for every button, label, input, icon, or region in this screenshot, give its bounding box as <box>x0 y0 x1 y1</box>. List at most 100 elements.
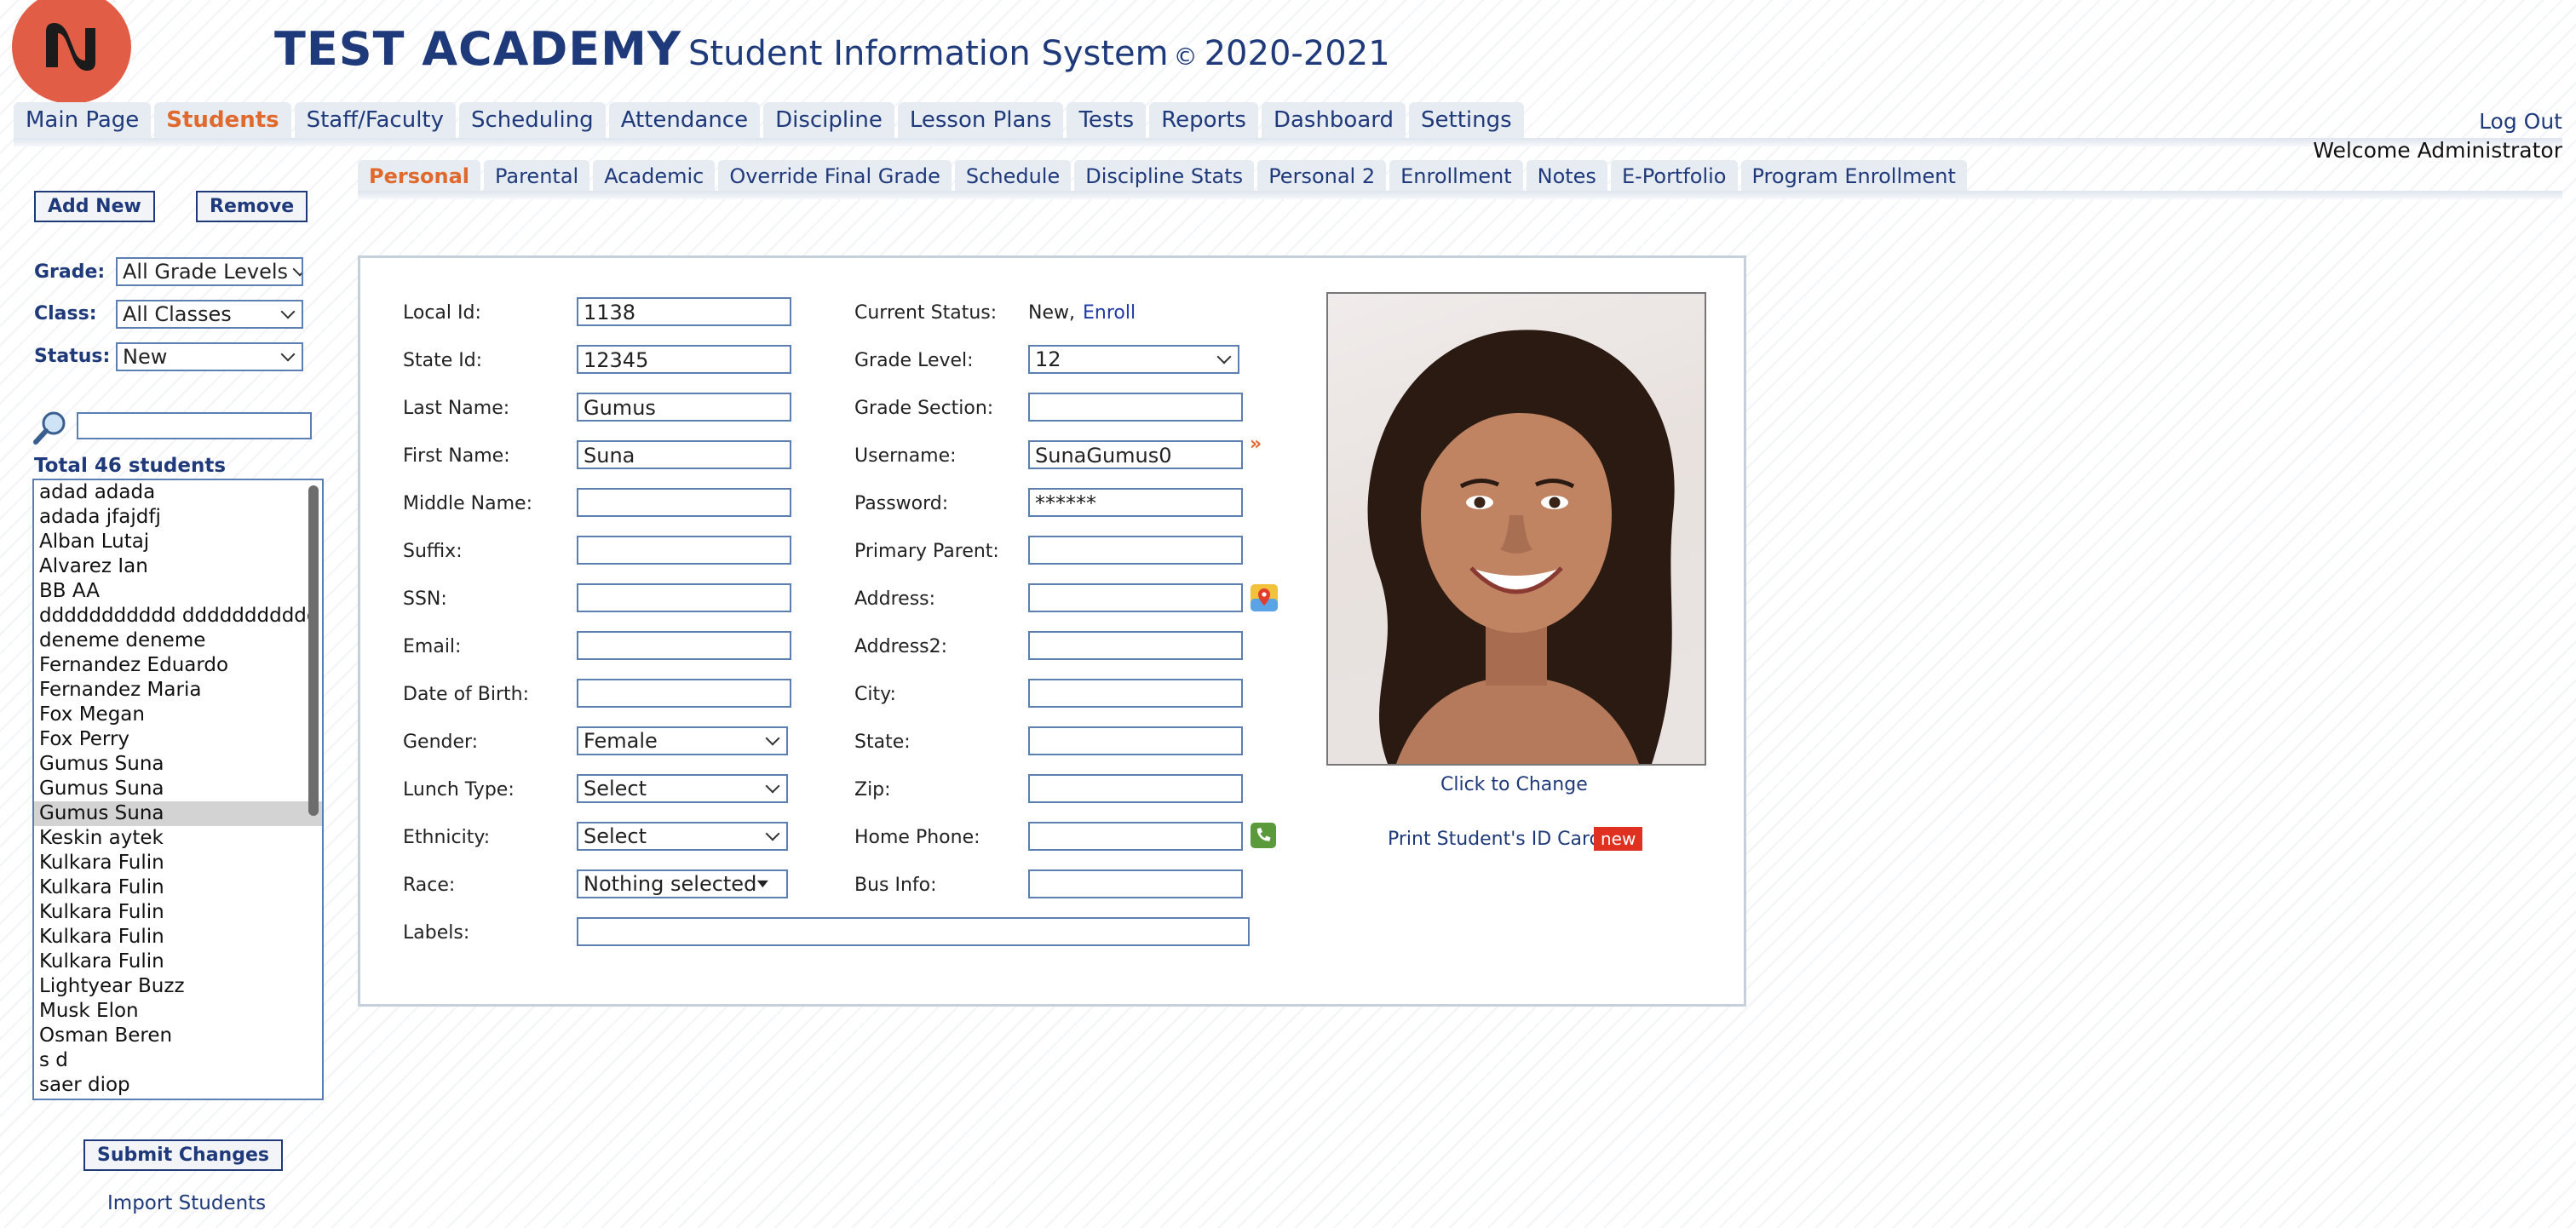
subtab-parental[interactable]: Parental <box>483 160 590 194</box>
subtab-personal[interactable]: Personal <box>358 160 480 194</box>
tab-reports[interactable]: Reports <box>1149 102 1258 139</box>
import-students-link[interactable]: Import Students <box>107 1192 266 1214</box>
middle-name-field[interactable] <box>577 488 791 517</box>
student-search-input[interactable] <box>77 412 312 439</box>
state-field[interactable] <box>1028 726 1243 755</box>
map-icon[interactable] <box>1250 583 1279 612</box>
gender-select[interactable]: Female <box>577 726 788 755</box>
tab-students[interactable]: Students <box>154 102 291 139</box>
subtab-notes[interactable]: Notes <box>1526 160 1607 194</box>
race-select[interactable]: Nothing selected <box>577 869 788 898</box>
status-filter-select[interactable]: New <box>116 342 303 371</box>
state-id-field[interactable]: 12345 <box>577 345 791 374</box>
student-list-item[interactable]: BB AA <box>34 579 322 604</box>
student-list-item[interactable]: ddddddddddd ddddddddddd <box>34 604 322 628</box>
student-list-item[interactable]: Kulkara Fulin <box>34 950 322 974</box>
student-list-item[interactable]: Fox Megan <box>34 703 322 727</box>
student-list-scrollbar[interactable] <box>308 485 319 816</box>
tab-lesson-plans[interactable]: Lesson Plans <box>897 102 1064 139</box>
city-field[interactable] <box>1028 679 1243 708</box>
labels-field[interactable] <box>577 917 1250 946</box>
enroll-link[interactable]: Enroll <box>1083 302 1136 324</box>
class-filter-select[interactable]: All Classes <box>116 300 303 329</box>
student-list-item[interactable]: adada jfajdfj <box>34 505 322 530</box>
tab-tests[interactable]: Tests <box>1067 102 1147 139</box>
student-list-item[interactable]: Alban Lutaj <box>34 530 322 554</box>
subtab-academic[interactable]: Academic <box>593 160 716 194</box>
tab-staff-faculty[interactable]: Staff/Faculty <box>294 102 456 139</box>
subtab-discipline-stats[interactable]: Discipline Stats <box>1074 160 1255 194</box>
grade-section-field[interactable] <box>1028 393 1243 422</box>
student-list-item[interactable]: Kulkara Fulin <box>34 925 322 950</box>
status-filter-value: New <box>123 345 168 369</box>
student-list[interactable]: adad adada adada jfajdfj Alban Lutaj Alvare… <box>32 479 324 1100</box>
lunch-type-select[interactable]: Select <box>577 774 788 803</box>
school-logo <box>12 0 131 104</box>
subtab-personal-2[interactable]: Personal 2 <box>1257 160 1387 194</box>
ethnicity-value: Select <box>584 824 647 848</box>
address2-field[interactable] <box>1028 631 1243 660</box>
student-list-item[interactable]: Gumus Suna <box>34 777 322 801</box>
tab-discipline[interactable]: Discipline <box>763 102 894 139</box>
subnav-divider <box>358 191 2562 199</box>
dob-field[interactable] <box>577 679 791 708</box>
subtab-program-enrollment[interactable]: Program Enrollment <box>1740 160 1967 194</box>
grade-filter-select[interactable]: All Grade Levels <box>116 257 303 286</box>
remove-button[interactable]: Remove <box>196 191 308 222</box>
bus-info-field[interactable] <box>1028 869 1243 898</box>
gender-value: Female <box>584 729 658 753</box>
student-list-item[interactable]: Fernandez Maria <box>34 678 322 703</box>
student-list-item[interactable]: saer diop <box>34 1073 322 1098</box>
tab-scheduling[interactable]: Scheduling <box>459 102 606 139</box>
logo-mark-icon <box>46 23 95 71</box>
home-phone-field[interactable] <box>1028 822 1243 851</box>
tab-settings[interactable]: Settings <box>1409 102 1524 139</box>
subtab-override-final-grade[interactable]: Override Final Grade <box>718 160 952 194</box>
grade-level-value: 12 <box>1035 347 1061 371</box>
student-list-item[interactable]: Lightyear Buzz <box>34 974 322 999</box>
student-list-item[interactable]: Kulkara Fulin <box>34 851 322 875</box>
student-list-item[interactable]: Gumus Suna <box>34 801 322 826</box>
tab-attendance[interactable]: Attendance <box>608 102 761 139</box>
subtab-e-portfolio[interactable]: E-Portfolio <box>1610 160 1738 194</box>
print-id-card-link[interactable]: Print Student's ID Card <box>1388 829 1601 850</box>
local-id-field[interactable]: 1138 <box>577 297 791 326</box>
tab-main-page[interactable]: Main Page <box>14 102 152 139</box>
address-field[interactable] <box>1028 583 1243 612</box>
subtab-schedule[interactable]: Schedule <box>954 160 1072 194</box>
add-new-button[interactable]: Add New <box>34 191 155 222</box>
ssn-field[interactable] <box>577 583 791 612</box>
primary-parent-field[interactable] <box>1028 536 1243 565</box>
student-list-item[interactable]: Keskin aytek <box>34 826 322 851</box>
search-icon[interactable] <box>32 409 70 446</box>
change-photo-link[interactable]: Click to Change <box>1440 774 1588 795</box>
email-field[interactable] <box>577 631 791 660</box>
student-list-item[interactable]: adad adada <box>34 480 322 505</box>
local-id-label: Local Id: <box>403 302 481 324</box>
username-field[interactable]: SunaGumus0 <box>1028 440 1243 469</box>
student-list-item[interactable]: Alvarez Ian <box>34 554 322 579</box>
student-list-item[interactable]: Kulkara Fulin <box>34 875 322 900</box>
ethnicity-select[interactable]: Select <box>577 822 788 851</box>
password-field[interactable]: ****** <box>1028 488 1243 517</box>
phone-icon[interactable] <box>1250 822 1277 849</box>
student-list-item[interactable]: Fox Perry <box>34 727 322 752</box>
student-list-item[interactable]: Osman Beren <box>34 1024 322 1048</box>
student-list-item[interactable]: Gumus Suna <box>34 752 322 777</box>
first-name-field[interactable]: Suna <box>577 440 791 469</box>
student-photo[interactable] <box>1326 292 1706 766</box>
submit-changes-button[interactable]: Submit Changes <box>83 1139 283 1171</box>
tab-dashboard[interactable]: Dashboard <box>1261 102 1406 139</box>
last-name-field[interactable]: Gumus <box>577 393 791 422</box>
student-list-item[interactable]: deneme deneme <box>34 628 322 653</box>
zip-field[interactable] <box>1028 774 1243 803</box>
logout-link[interactable]: Log Out <box>2479 109 2562 134</box>
student-list-item[interactable]: Musk Elon <box>34 999 322 1024</box>
suffix-field[interactable] <box>577 536 791 565</box>
student-list-item[interactable]: Kulkara Fulin <box>34 900 322 925</box>
subtab-enrollment[interactable]: Enrollment <box>1389 160 1523 194</box>
double-chevron-icon[interactable]: » <box>1250 433 1262 455</box>
student-list-item[interactable]: s d <box>34 1048 322 1073</box>
grade-level-select[interactable]: 12 <box>1028 345 1239 374</box>
student-list-item[interactable]: Fernandez Eduardo <box>34 653 322 678</box>
